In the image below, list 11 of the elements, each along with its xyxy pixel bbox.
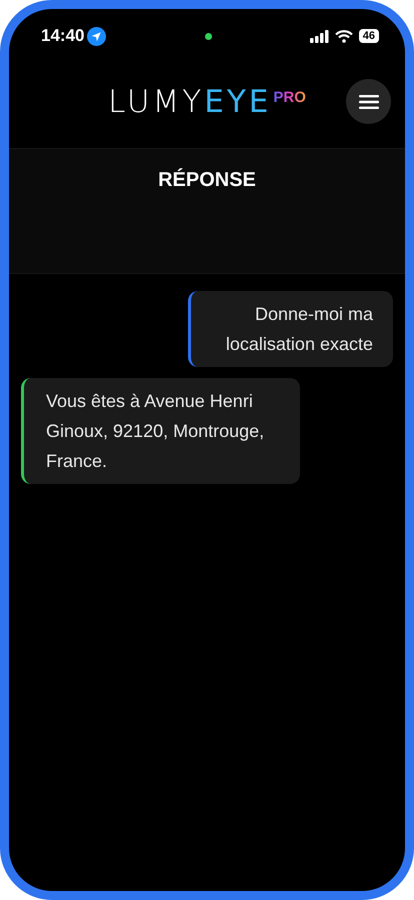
- wifi-icon: [334, 30, 353, 42]
- section-title: RÉPONSE: [158, 169, 256, 193]
- battery-indicator: 46: [358, 29, 379, 43]
- signal-icon: [310, 30, 329, 42]
- location-icon: [87, 26, 106, 46]
- menu-button[interactable]: [346, 79, 391, 124]
- menu-icon: [358, 94, 378, 108]
- camera-indicator-icon: [204, 32, 212, 40]
- status-time: 14:40: [41, 26, 84, 46]
- user-message: Donne-moi ma localisation exacte: [188, 291, 393, 367]
- assistant-message: Vous êtes à Avenue Henri Ginoux, 92120, Montrouge, France.: [21, 378, 300, 484]
